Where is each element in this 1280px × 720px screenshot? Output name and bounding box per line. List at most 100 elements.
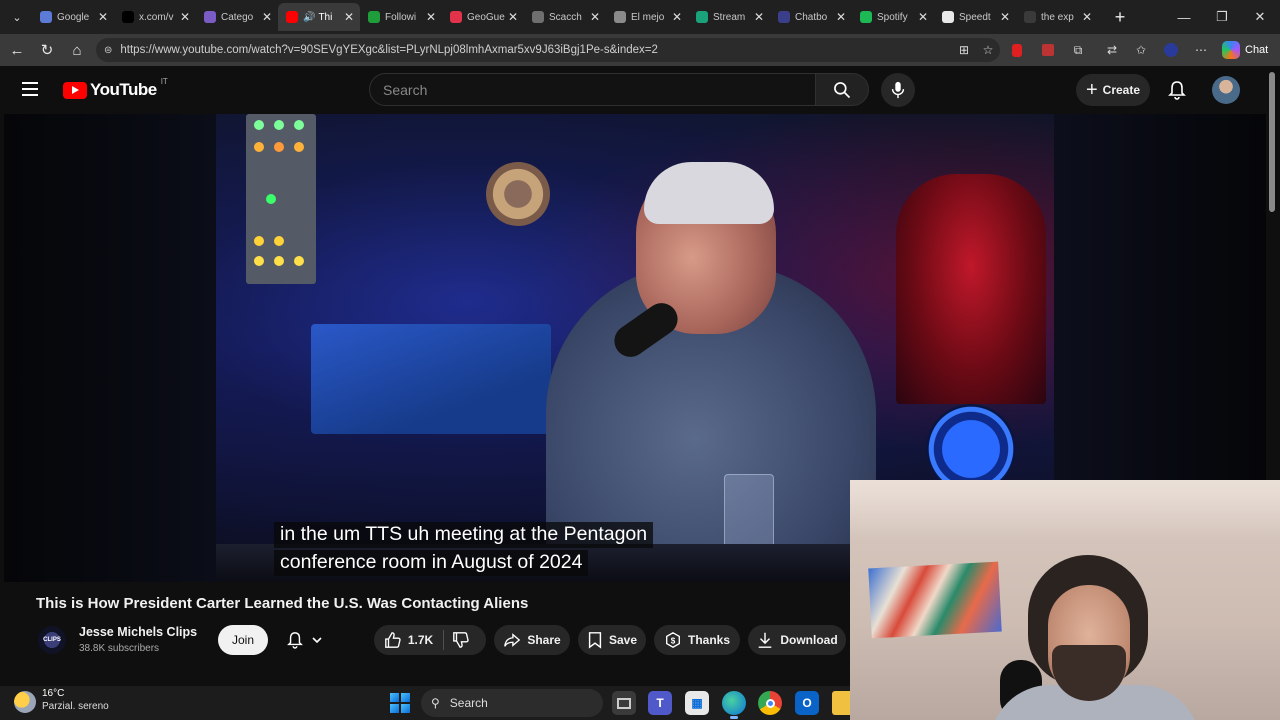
tab-close-icon[interactable]: ✕ — [588, 10, 602, 24]
browser-toolbar: ← ↻ ⌂ ⊜ https://www.youtube.com/watch?v=… — [0, 34, 1280, 66]
favorite-star-icon[interactable]: ☆ — [980, 42, 996, 58]
address-url: https://www.youtube.com/watch?v=90SEVgYE… — [120, 44, 658, 56]
like-button[interactable]: 1.7K — [384, 631, 433, 649]
browser-tab[interactable]: Chatbo ✕ — [770, 3, 852, 31]
file-explorer-icon[interactable] — [832, 691, 850, 715]
tab-close-icon[interactable]: ✕ — [424, 10, 438, 24]
youtube-wordmark: YouTube — [90, 80, 157, 99]
taskbar-search[interactable]: ⚲ Search — [421, 689, 603, 717]
tab-close-icon[interactable]: ✕ — [260, 10, 274, 24]
like-dislike-group: 1.7K — [374, 625, 486, 655]
tab-favicon-icon — [532, 11, 544, 23]
tab-close-icon[interactable]: ✕ — [916, 10, 930, 24]
tab-title: x.com/v — [139, 11, 174, 23]
copilot-icon — [1222, 41, 1240, 59]
browser-tab[interactable]: Followi ✕ — [360, 3, 442, 31]
download-label: Download — [780, 633, 838, 647]
super-thanks-icon: $ — [666, 632, 680, 648]
browser-tab[interactable]: Spotify ✕ — [852, 3, 934, 31]
browser-tab[interactable]: Stream ✕ — [688, 3, 770, 31]
tab-close-icon[interactable]: ✕ — [834, 10, 848, 24]
tab-close-icon[interactable]: ✕ — [998, 10, 1012, 24]
thanks-button[interactable]: $ Thanks — [654, 625, 740, 655]
tab-title: Catego — [221, 11, 254, 23]
channel-name[interactable]: Jesse Michels Clips — [79, 625, 197, 639]
browser-tab[interactable]: Catego ✕ — [196, 3, 278, 31]
close-window-button[interactable]: ✕ — [1240, 0, 1280, 34]
chrome-icon[interactable] — [758, 691, 782, 715]
refresh-button[interactable]: ↻ — [35, 38, 59, 62]
weather-temperature[interactable]: 16°C — [42, 688, 64, 699]
more-menu-icon[interactable]: ⋯ — [1193, 42, 1209, 58]
extension-icon[interactable] — [1040, 42, 1056, 58]
browser-tab[interactable]: Google ✕ — [32, 3, 114, 31]
account-avatar[interactable] — [1212, 76, 1240, 104]
search-button[interactable] — [815, 73, 869, 106]
share-button[interactable]: Share — [494, 625, 570, 655]
profile-extension-icon[interactable] — [1163, 42, 1179, 58]
channel-avatar[interactable]: CLIPS — [38, 626, 66, 654]
edge-icon[interactable] — [722, 691, 746, 719]
copilot-chat-button[interactable]: Chat — [1222, 41, 1268, 59]
weather-description[interactable]: Parzial. sereno — [42, 701, 109, 712]
tab-close-icon[interactable]: ✕ — [752, 10, 766, 24]
browser-tab[interactable]: Scacch ✕ — [524, 3, 606, 31]
favorites-icon[interactable]: ✩ — [1133, 42, 1149, 58]
extensions-puzzle-icon[interactable]: ⧉ — [1070, 42, 1086, 58]
browser-tab[interactable]: GeoGue ✕ — [442, 3, 524, 31]
browser-tab[interactable]: El mejo ✕ — [606, 3, 688, 31]
site-info-icon[interactable]: ⊜ — [104, 45, 112, 56]
subscription-notify-button[interactable] — [276, 625, 334, 655]
task-view-icon[interactable] — [612, 691, 636, 715]
speaker-hair — [644, 162, 774, 224]
browser-tab[interactable]: the exp ✕ — [1016, 3, 1098, 31]
red-cabinet — [896, 174, 1046, 404]
address-bar[interactable]: ⊜ https://www.youtube.com/watch?v=90SEVg… — [96, 38, 1000, 62]
outlook-icon[interactable]: O — [795, 691, 819, 715]
store-icon[interactable]: ▦ — [685, 691, 709, 715]
hamburger-menu-icon[interactable] — [22, 78, 44, 100]
search-box — [369, 73, 816, 106]
home-button[interactable]: ⌂ — [65, 38, 89, 62]
voice-search-button[interactable] — [881, 73, 915, 107]
minimize-button[interactable]: — — [1164, 0, 1204, 34]
tab-close-icon[interactable]: ✕ — [506, 10, 520, 24]
taskbar-search-label: Search — [449, 696, 488, 710]
browser-tab[interactable]: 🔊 Thi ✕ — [278, 3, 360, 31]
tab-close-icon[interactable]: ✕ — [96, 10, 110, 24]
tab-title: Stream — [713, 11, 746, 23]
tab-title: Scacch — [549, 11, 582, 23]
tab-close-icon[interactable]: ✕ — [178, 10, 192, 24]
share-label: Share — [527, 633, 561, 647]
split-screen-icon[interactable]: ⇄ — [1104, 42, 1120, 58]
tab-favicon-icon — [860, 11, 872, 23]
plus-icon: + — [1085, 79, 1098, 101]
search-input[interactable] — [383, 81, 816, 98]
app-available-icon[interactable]: ⊞ — [956, 42, 972, 58]
tab-close-icon[interactable]: ✕ — [342, 10, 356, 24]
chevron-down-icon — [312, 637, 322, 644]
create-button[interactable]: + Create — [1076, 74, 1150, 106]
windows-start-icon[interactable] — [388, 691, 412, 715]
browser-tab[interactable]: x.com/v ✕ — [114, 3, 196, 31]
thanks-label: Thanks — [687, 633, 730, 647]
tab-close-icon[interactable]: ✕ — [1080, 10, 1094, 24]
save-button[interactable]: Save — [578, 625, 646, 655]
scrollbar-thumb[interactable] — [1269, 72, 1275, 212]
tab-actions-icon[interactable]: ⌄ — [6, 6, 28, 28]
tab-close-icon[interactable]: ✕ — [670, 10, 684, 24]
new-tab-button[interactable]: + — [1108, 5, 1132, 29]
dislike-button[interactable] — [452, 631, 476, 649]
back-button[interactable]: ← — [5, 38, 29, 62]
tab-title: Speedt — [959, 11, 991, 23]
join-button[interactable]: Join — [218, 625, 268, 655]
youtube-logo[interactable]: YouTube IT — [63, 77, 168, 100]
weather-icon[interactable] — [14, 691, 36, 713]
restore-button[interactable]: ❐ — [1202, 0, 1242, 34]
teams-icon[interactable]: T — [648, 691, 672, 715]
browser-tab[interactable]: Speedt ✕ — [934, 3, 1016, 31]
notifications-button[interactable] — [1165, 78, 1189, 102]
extension-red-icon[interactable] — [1009, 42, 1025, 58]
download-button[interactable]: Download — [748, 625, 846, 655]
tab-audio-icon[interactable]: 🔊 — [303, 12, 315, 23]
